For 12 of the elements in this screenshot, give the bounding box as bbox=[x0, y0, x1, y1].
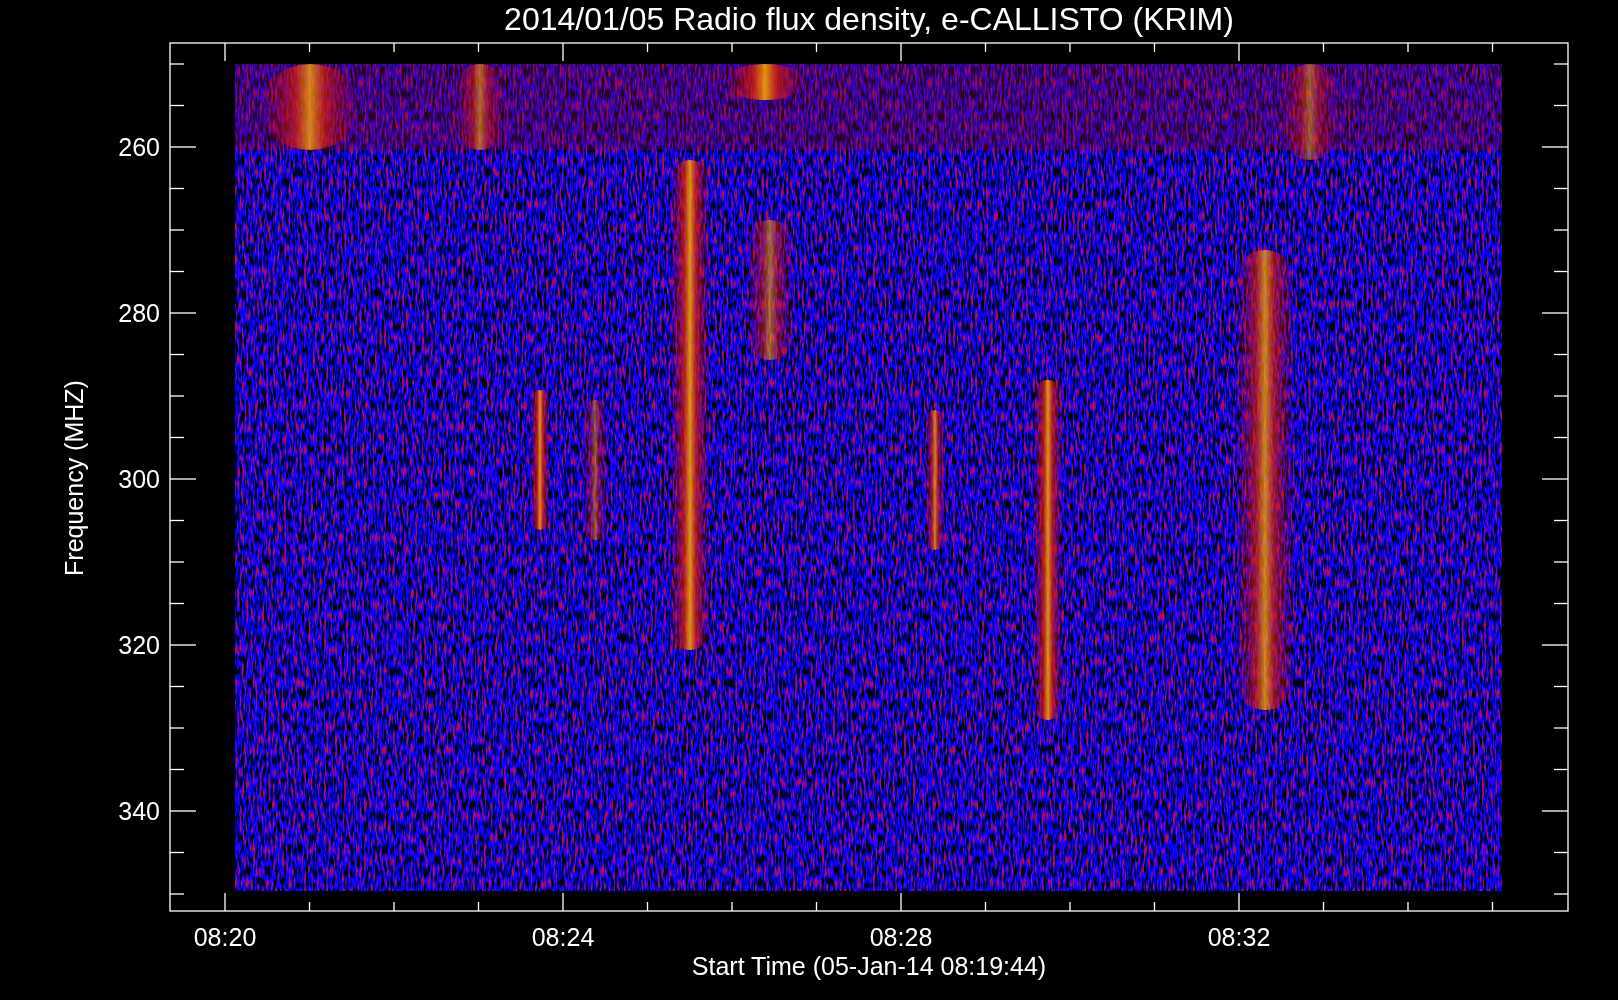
y-tick-label: 260 bbox=[118, 133, 160, 161]
x-tick-label: 08:24 bbox=[531, 923, 595, 951]
y-tick-label: 340 bbox=[118, 797, 160, 825]
x-tick-label: 08:32 bbox=[1207, 923, 1271, 951]
y-tick-label: 280 bbox=[118, 299, 160, 327]
x-tick-label: 08:20 bbox=[193, 923, 257, 951]
chart-title: 2014/01/05 Radio flux density, e-CALLISTO (KRIM) bbox=[504, 1, 1234, 37]
y-tick-label: 300 bbox=[118, 465, 160, 493]
x-axis-label: Start Time (05-Jan-14 08:19:44) bbox=[691, 952, 1047, 980]
y-tick-label: 320 bbox=[118, 631, 160, 659]
y-axis-label: Frequency (MHZ) bbox=[60, 380, 88, 576]
x-tick-label: 08:28 bbox=[869, 923, 933, 951]
